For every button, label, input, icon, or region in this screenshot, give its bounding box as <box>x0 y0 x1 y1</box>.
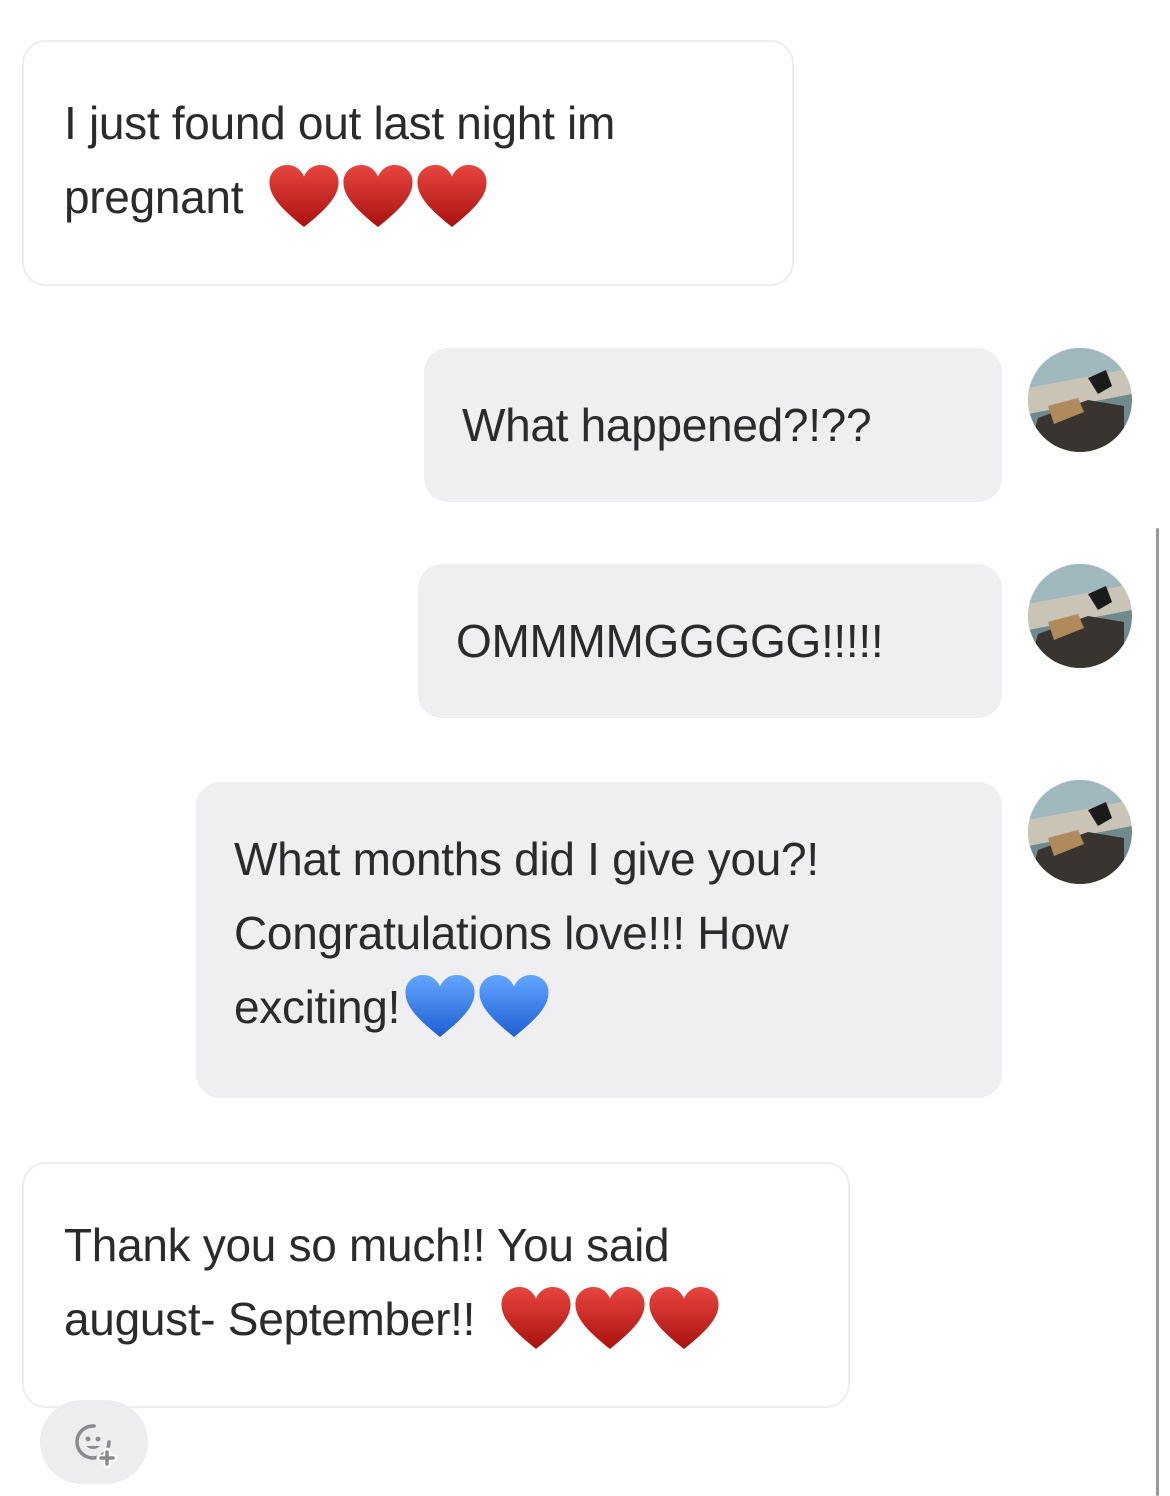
message-text: pregnant <box>64 171 244 223</box>
red-heart-icon <box>342 163 414 229</box>
message-bubble-outgoing[interactable]: What happened?!?? <box>424 348 1002 502</box>
message-text-line: Congratulations love!!! How <box>234 907 789 959</box>
message-text-line: OMMMMGGGGG!!!!! <box>456 615 884 667</box>
message-text-line: I just found out last night im <box>64 97 615 149</box>
message-bubble-incoming[interactable]: Thank you so much!! You said august- Sep… <box>22 1162 850 1408</box>
message-bubble-outgoing[interactable]: What months did I give you?! Congratulat… <box>196 782 1002 1098</box>
add-reaction-button[interactable] <box>40 1400 148 1484</box>
avatar[interactable] <box>1028 564 1132 668</box>
red-heart-icon <box>648 1285 720 1351</box>
message-bubble-outgoing[interactable]: OMMMMGGGGG!!!!! <box>418 564 1002 718</box>
message-text-line: pregnant <box>64 160 752 234</box>
message-text-line: exciting! <box>234 970 964 1044</box>
scrollbar[interactable] <box>1156 528 1159 1496</box>
message-text-line: What happened?!?? <box>462 399 872 451</box>
blue-heart-icon <box>478 973 550 1039</box>
avatar[interactable] <box>1028 348 1132 452</box>
red-heart-icon <box>268 163 340 229</box>
avatar[interactable] <box>1028 780 1132 884</box>
profile-photo-icon <box>1028 348 1132 452</box>
profile-photo-icon <box>1028 564 1132 668</box>
message-text-line: august- September!! <box>64 1282 808 1356</box>
red-heart-icon <box>500 1285 572 1351</box>
message-bubble-incoming[interactable]: I just found out last night im pregnant <box>22 40 794 286</box>
blue-heart-icon <box>404 973 476 1039</box>
red-heart-icon <box>574 1285 646 1351</box>
message-text: exciting! <box>234 981 401 1033</box>
message-text-line: Thank you so much!! You said <box>64 1219 670 1271</box>
add-reaction-icon <box>75 1424 118 1469</box>
message-text: august- September!! <box>64 1293 476 1345</box>
red-heart-icon <box>416 163 488 229</box>
message-text-line: What months did I give you?! <box>234 833 819 885</box>
profile-photo-icon <box>1028 780 1132 884</box>
